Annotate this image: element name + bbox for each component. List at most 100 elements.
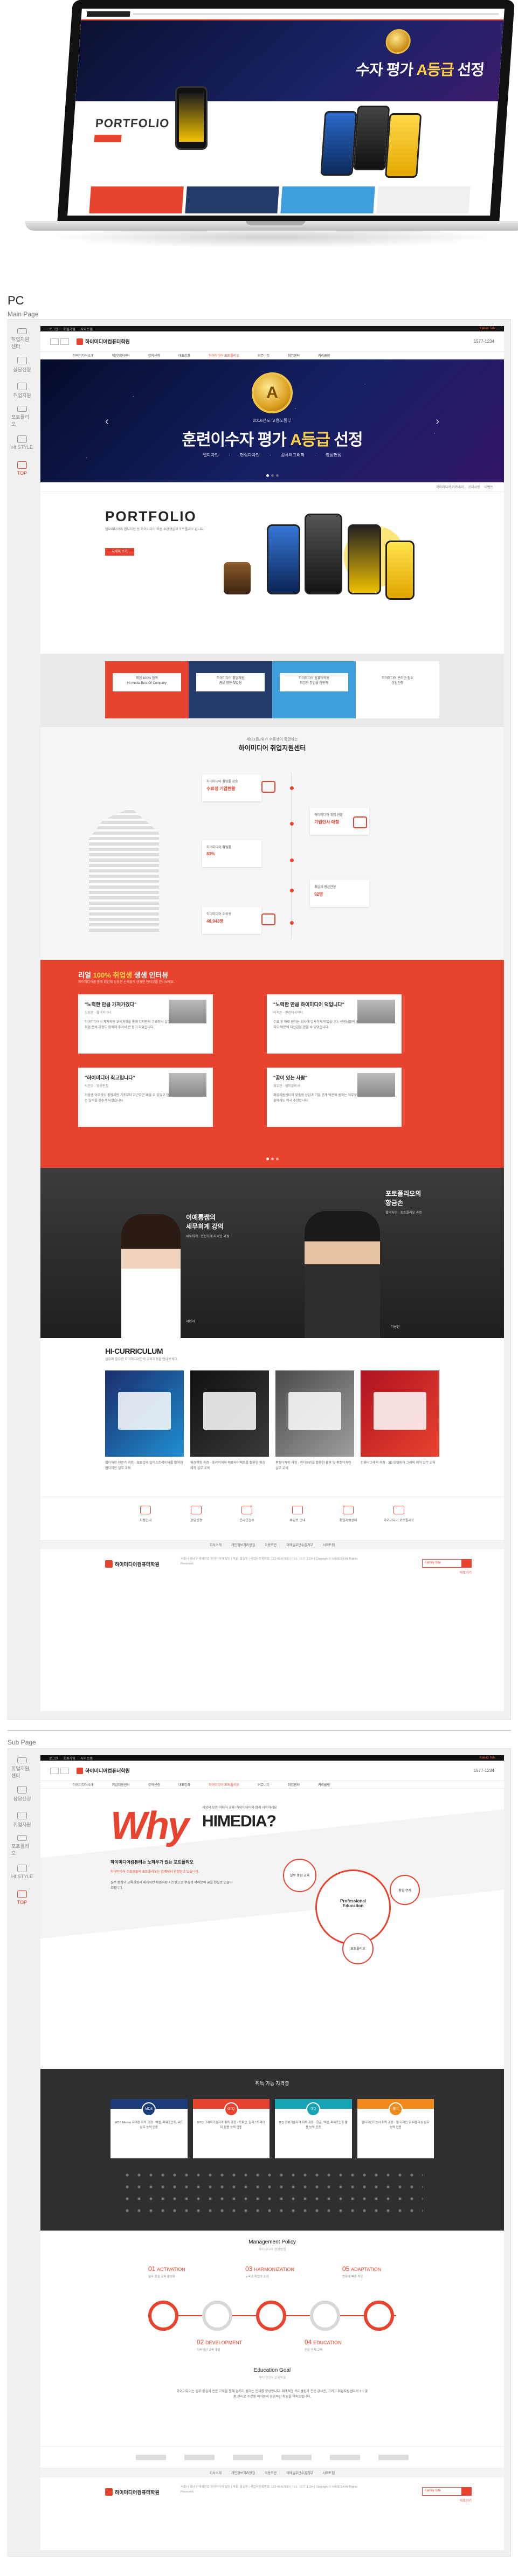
nav-item[interactable]: 커뮤니티: [258, 353, 270, 358]
quick-rail-item[interactable]: TOP: [11, 458, 33, 479]
family-site-go[interactable]: 바로가기: [460, 1570, 472, 1575]
footer-nav-link[interactable]: 개인정보처리방침: [231, 2470, 255, 2475]
career-center-section: 세대1를1위가 수료생이 증명하는 하이미디어 취업지원센터 하이미디어 취업률…: [40, 727, 504, 960]
quick-banner[interactable]: 하이미디어 온라인 접수 상담신청: [356, 661, 439, 718]
utility-links: 로그인 회원가입 사이트맵: [49, 1756, 93, 1761]
footer-nav-link[interactable]: 회사소개: [210, 1542, 222, 1547]
quick-rail-label: 취업지원: [13, 1822, 31, 1827]
footer-nav-link[interactable]: 이메일무단수집거부: [286, 1542, 313, 1547]
quick-icon-label: 온라인접수: [239, 1519, 254, 1522]
quick-rail-icon: [17, 461, 27, 469]
quick-banner[interactable]: 하이미디어 취업지원 꿈을 향한 첫걸음: [189, 661, 272, 718]
nav-item[interactable]: 대표강좌: [178, 353, 190, 358]
nav-item[interactable]: 하이미디어소개: [73, 1782, 94, 1787]
utility-link[interactable]: 회원가입: [64, 327, 75, 331]
nav-item[interactable]: 취업지원센터: [112, 1782, 130, 1787]
interview-title: 리얼 100% 취업생 생생 인터뷰: [78, 971, 169, 979]
nav-item[interactable]: 취업센터: [288, 1782, 300, 1787]
banner-next-button[interactable]: ›: [436, 416, 439, 428]
utility-link[interactable]: 회원가입: [64, 1756, 75, 1761]
nav-item[interactable]: 취업지원센터: [112, 353, 130, 358]
certificate-card[interactable]: MOS MOS Master 자격증 취득 과정 - 엑셀, 파워포인트, 워드 …: [110, 2099, 188, 2158]
phone-image: [320, 111, 357, 176]
nav-item[interactable]: 강의신청: [148, 353, 160, 358]
site-logo[interactable]: 하이미디어컴퓨터학원: [77, 1767, 130, 1774]
instructor-photo: [121, 1214, 181, 1338]
footer-nav-link[interactable]: 이용약관: [265, 2470, 277, 2475]
nav-item[interactable]: 강의신청: [148, 1782, 160, 1787]
policy-ring: [256, 2301, 286, 2331]
curriculum-card[interactable]: [361, 1370, 439, 1457]
utility-link[interactable]: 사이트맵: [81, 1756, 93, 1761]
quick-rail-label: 취업지원센터: [11, 337, 30, 349]
utility-link[interactable]: 로그인: [49, 327, 58, 331]
footer-nav-link[interactable]: 이메일무단수집거부: [286, 2470, 313, 2475]
quick-icon-item[interactable]: 온라인접수: [231, 1506, 263, 1540]
banner-title: 훈련이수자 평가 A등급 선정: [182, 431, 363, 449]
banner-footer-link[interactable]: 하이미디어 아카데미: [436, 484, 464, 489]
nav-item[interactable]: 대표강좌: [178, 1782, 190, 1787]
family-site-go[interactable]: 바로가기: [460, 2498, 472, 2503]
section-label-sub: Sub Page: [8, 1739, 36, 1746]
kakao-link[interactable]: Kakao Talk: [480, 1756, 495, 1760]
quick-rail-item[interactable]: 상담신청: [11, 1783, 33, 1805]
interview-card[interactable]: "하이미디어 최고입니다" 박민수 - 영상편집 처음엔 아무것도 몰랐지만 기초부…: [78, 1068, 213, 1127]
footer-nav-link[interactable]: 회사소개: [210, 2470, 222, 2475]
mini-logo: [86, 11, 130, 17]
utility-links: 로그인 회원가입 사이트맵: [49, 327, 93, 331]
footer-nav-link[interactable]: 이용약관: [265, 1542, 277, 1547]
quick-rail-item[interactable]: 취업지원: [11, 1809, 33, 1831]
quick-banner[interactable]: 하이미디어 컴퓨터학원 취업과 창업을 한번에: [272, 661, 356, 718]
nav-item[interactable]: 하이미디어 포트폴리오: [209, 353, 239, 358]
quick-rail-item[interactable]: 상담신청: [11, 354, 33, 376]
curriculum-card[interactable]: [275, 1370, 354, 1457]
quick-icon-item[interactable]: 취업지원센터: [332, 1506, 364, 1540]
interview-card[interactable]: "노력한 만큼 하이미디어 덕입니다" 이지은 - 편집디자이너 수료 후 바로 원…: [267, 994, 402, 1054]
curriculum-card[interactable]: [105, 1370, 184, 1457]
portfolio-more-button[interactable]: 자세히 보기: [105, 548, 134, 556]
curriculum-card[interactable]: [190, 1370, 269, 1457]
nav-item[interactable]: 커리큘럼: [318, 353, 330, 358]
quick-rail-item[interactable]: 취업지원센터: [11, 328, 33, 350]
quick-rail-label: TOP: [17, 470, 27, 476]
utility-link[interactable]: 로그인: [49, 1756, 58, 1761]
family-site-select[interactable]: Family Site: [422, 1559, 472, 1568]
portfolio-title: PORTFOLIO: [105, 508, 197, 524]
quick-banner[interactable]: 취업 100% 합격 Hi-media Best Of Company: [105, 661, 189, 718]
quick-icon-item[interactable]: 상담신청: [180, 1506, 212, 1540]
certificate-card[interactable]: GTQ GTQ 그래픽기술자격 취득 과정 - 포토샵, 일러스트레이터 활용 능…: [192, 2099, 270, 2158]
nav-item[interactable]: 커리큘럼: [318, 1782, 330, 1787]
quick-rail-item[interactable]: 취업지원센터: [11, 1757, 33, 1779]
quick-rail-item[interactable]: 취업지원: [11, 380, 33, 401]
quick-icon-item[interactable]: 지점안내: [129, 1506, 162, 1540]
footer-nav-link[interactable]: 사이트맵: [323, 1542, 335, 1547]
banner-prev-button[interactable]: ‹: [105, 416, 109, 428]
iphone-mockup: [175, 86, 208, 150]
interview-card[interactable]: "꿈이 있는 사람" 최유진 - 웹퍼블리셔 취업지원센터의 맞춤형 상담과 기업 …: [267, 1068, 402, 1127]
nav-item[interactable]: 하이미디어 포트폴리오: [209, 1782, 239, 1787]
quick-rail-item[interactable]: 포트폴리오: [11, 1835, 33, 1857]
banner-footer-link[interactable]: 공지사항: [468, 484, 480, 489]
banner-pagination[interactable]: [40, 474, 504, 477]
footer-nav-link[interactable]: 개인정보처리방침: [231, 1542, 255, 1547]
footer-nav-link[interactable]: 사이트맵: [323, 2470, 335, 2475]
utility-link[interactable]: 사이트맵: [81, 327, 93, 331]
policy-step: 05 ADAPTATION 변화에 빠른 적응: [342, 2265, 382, 2279]
interview-card[interactable]: "노력한 만큼 가져가겠다" 김성훈 - 웹디자이너 하이미디어의 체계적인 교육과…: [78, 994, 213, 1054]
site-logo[interactable]: 하이미디어컴퓨터학원: [77, 338, 130, 345]
nav-item[interactable]: 취업센터: [288, 353, 300, 358]
quick-icon-item[interactable]: 하이미디어 포트폴리오: [383, 1506, 415, 1540]
quick-rail-item[interactable]: HI STYLE: [11, 1861, 33, 1882]
certificate-card[interactable]: ITQ ITQ 정보기술자격 취득 과정 - 한글, 엑셀, 파워포인트 활용 능…: [275, 2099, 352, 2158]
nav-item[interactable]: 하이미디어소개: [73, 353, 94, 358]
quick-icon-item[interactable]: 수강료 안내: [281, 1506, 314, 1540]
nav-item[interactable]: 커뮤니티: [258, 1782, 270, 1787]
interview-pagination[interactable]: [40, 1158, 504, 1160]
quick-rail-item[interactable]: 포트폴리오: [11, 406, 33, 427]
kakao-link[interactable]: Kakao Talk: [480, 327, 495, 330]
banner-footer-link[interactable]: 이벤트: [484, 484, 493, 489]
quick-rail-item[interactable]: TOP: [11, 1887, 33, 1908]
family-site-select[interactable]: Family Site: [422, 2487, 472, 2496]
quick-rail-item[interactable]: HI STYLE: [11, 432, 33, 453]
certificate-card[interactable]: 웹디 웹디자인기능사 취득 과정 - 웹 디자인 및 퍼블리싱 실무 능력 인증: [357, 2099, 434, 2158]
